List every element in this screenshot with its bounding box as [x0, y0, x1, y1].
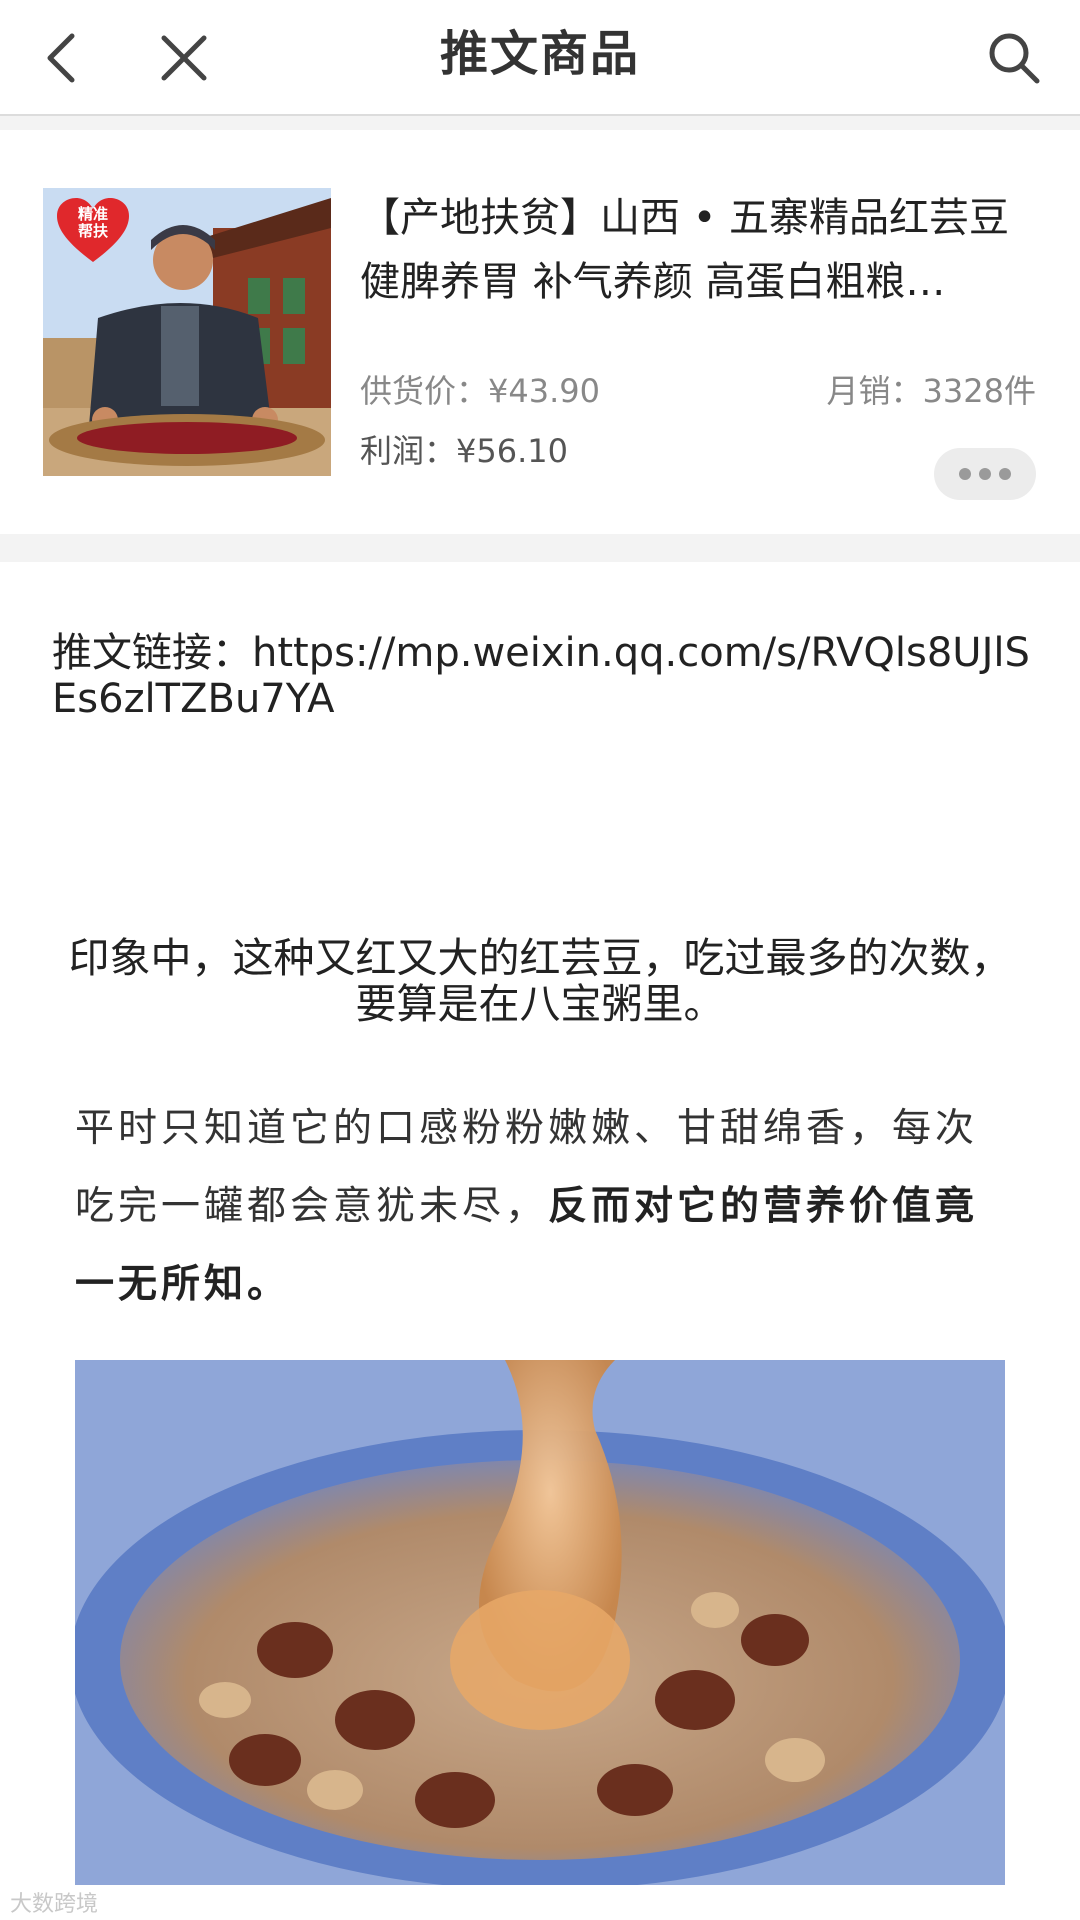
monthly-sales: 月销：3328件 — [826, 372, 1036, 410]
separator — [0, 116, 1080, 130]
poverty-relief-badge: 精准帮扶 — [55, 196, 131, 266]
product-title[interactable]: 【产地扶贫】山西 • 五寨精品红芸豆 健脾养胃 补气养颜 高蛋白粗粮… — [360, 186, 1050, 314]
product-image[interactable]: 精准帮扶 — [43, 188, 331, 476]
product-info: 【产地扶贫】山西 • 五寨精品红芸豆 健脾养胃 补气养颜 高蛋白粗粮… 供货价：… — [360, 186, 1050, 500]
supply-price: 供货价：¥43.90 — [360, 372, 600, 410]
page-title: 推文商品 — [439, 26, 640, 82]
top-nav-bar: 推文商品 — [0, 0, 1080, 116]
more-dot-icon — [959, 468, 971, 480]
badge-text: 精准帮扶 — [77, 205, 108, 240]
article-link[interactable]: 推文链接：https://mp.weixin.qq.com/s/RVQls8UJ… — [52, 630, 1032, 722]
article-image — [75, 1360, 1005, 1885]
watermark: 大数跨境 — [10, 1892, 99, 1917]
separator — [0, 534, 1080, 562]
price-row: 供货价：¥43.90 月销：3328件 — [360, 366, 1036, 412]
more-options-button[interactable] — [934, 448, 1036, 500]
article-paragraph: 平时只知道它的口感粉粉嫩嫩、甘甜绵香，每次吃完一罐都会意犹未尽，反而对它的营养价… — [75, 1090, 1015, 1324]
profit: 利润：¥56.10 — [360, 432, 568, 470]
search-icon — [989, 33, 1040, 84]
article-intro: 印象中，这种又红又大的红芸豆，吃过最多的次数，要算是在八宝粥里。 — [68, 934, 1012, 1028]
bean-porridge-photo — [75, 1360, 1005, 1885]
product-card[interactable]: 精准帮扶 【产地扶贫】山西 • 五寨精品红芸豆 健脾养胃 补气养颜 高蛋白粗粮…… — [0, 130, 1080, 534]
search-button[interactable] — [976, 20, 1052, 96]
more-dot-icon — [999, 468, 1011, 480]
more-dot-icon — [979, 468, 991, 480]
